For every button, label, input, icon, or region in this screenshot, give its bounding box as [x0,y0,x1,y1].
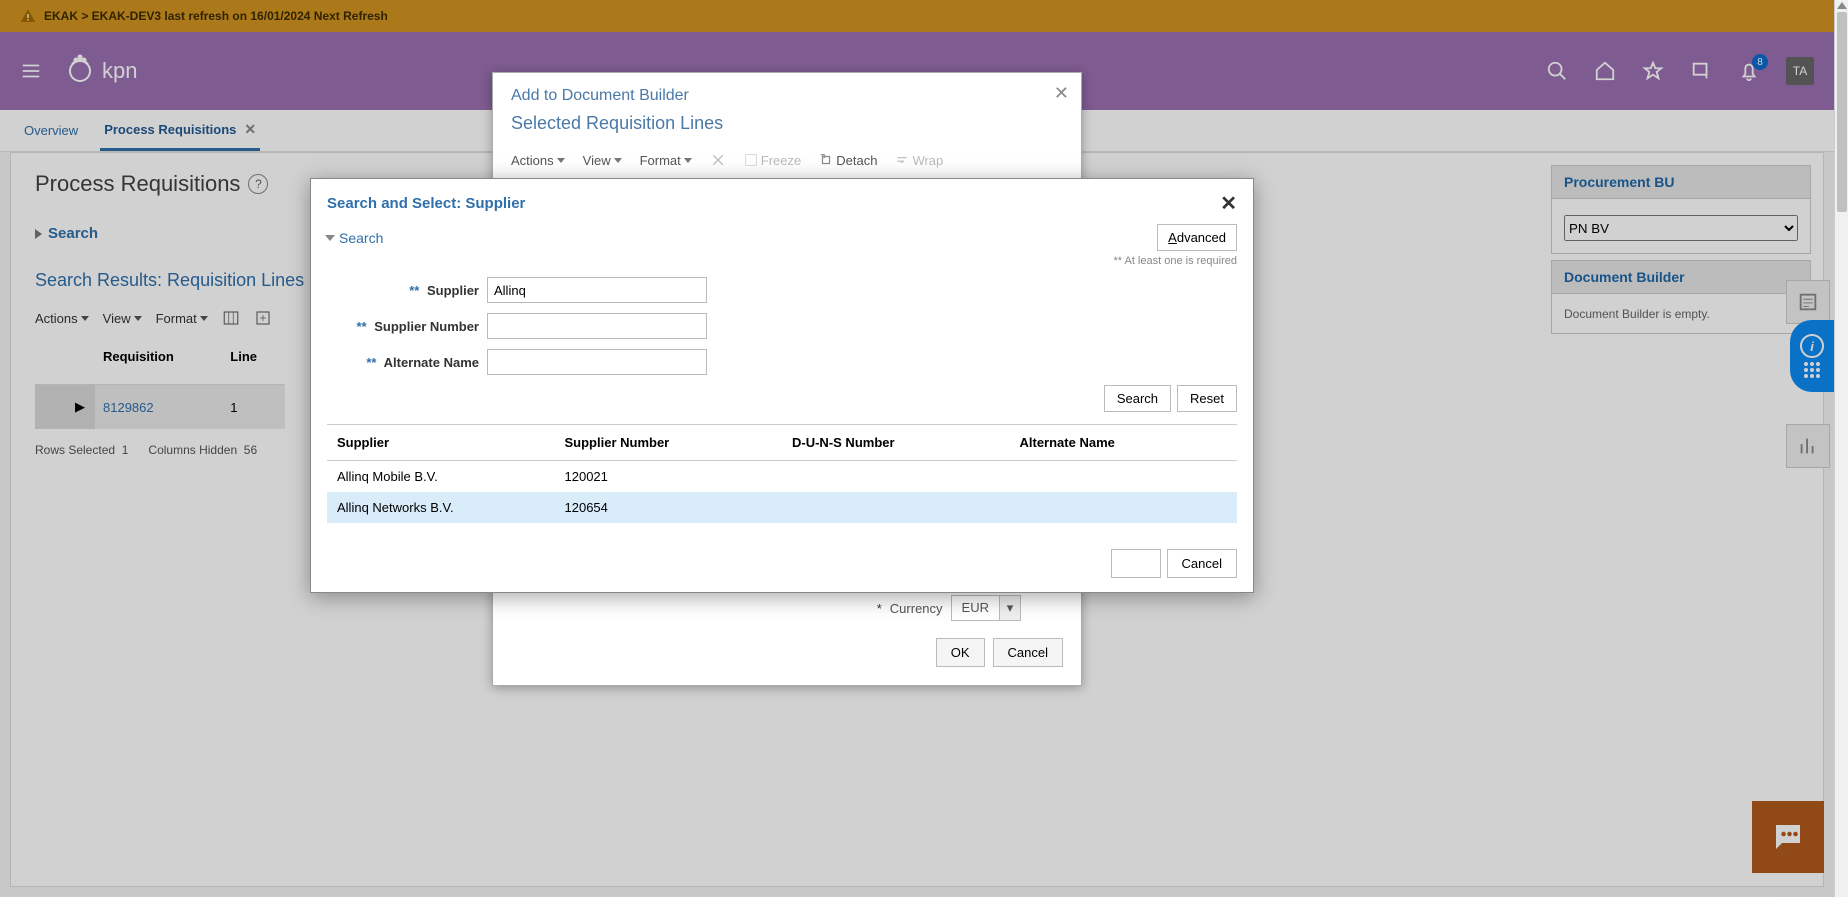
required-mark: ** [357,319,367,334]
alternate-name-label: ** Alternate Name [327,355,487,370]
freeze-icon [744,153,758,167]
label-text: Alternate Name [384,355,479,370]
supplier-label: ** Supplier [327,283,487,298]
cell-alt [1010,461,1238,493]
table-row-selected[interactable]: Allinq Networks B.V. 120654 [327,492,1237,523]
currency-label: Currency [890,601,943,616]
supplier-input[interactable] [487,277,707,303]
cell-supplier: Allinq Networks B.V. [327,492,555,523]
wrap-button[interactable]: Wrap [895,153,943,168]
col-duns[interactable]: D-U-N-S Number [782,425,1010,461]
dialog-subtitle: Selected Requisition Lines [493,109,1081,150]
dropdown-icon: ▾ [999,596,1020,620]
dialog-search-select-supplier: Search and Select: Supplier ✕ Search Adv… [310,178,1254,593]
cell-supplier-number: 120021 [555,461,783,493]
search-form: ** Supplier ** Supplier Number ** Altern… [327,277,1237,412]
modal-title: Search and Select: Supplier [327,195,525,212]
cell-alt [1010,492,1238,523]
label: Actions [511,153,554,168]
label: Wrap [912,153,943,168]
dropdown-icon [557,158,565,163]
wrap-icon [895,153,909,167]
currency-value: EUR [952,596,999,620]
scrollbar-thumb[interactable] [1837,12,1847,212]
actions-menu[interactable]: Actions [511,153,565,168]
supplier-number-input[interactable] [487,313,707,339]
close-icon[interactable]: ✕ [1054,83,1069,104]
required-mark: * [877,601,882,616]
scroll-up-icon[interactable] [1837,2,1847,9]
label: Detach [836,153,877,168]
cancel-button[interactable]: Cancel [1167,549,1237,578]
remove-icon[interactable] [710,152,726,168]
format-menu[interactable]: Format [640,153,692,168]
label: Freeze [761,153,801,168]
detach-button[interactable]: Detach [819,153,877,168]
advanced-button[interactable]: Advanced [1157,224,1237,251]
search-section-toggle[interactable]: Search [327,230,383,246]
table-header-row: Supplier Supplier Number D-U-N-S Number … [327,425,1237,461]
reset-button[interactable]: Reset [1177,385,1237,412]
col-alternate-name[interactable]: Alternate Name [1010,425,1238,461]
label-text: Supplier Number [374,319,479,334]
alternate-name-input[interactable] [487,349,707,375]
required-mark: ** [409,283,419,298]
supplier-number-label: ** Supplier Number [327,319,487,334]
required-hint: ** At least one is required [327,255,1237,267]
dialog-toolbar: Actions View Format Freeze Detach Wrap [493,150,1081,170]
freeze-button[interactable]: Freeze [744,153,801,168]
detach-icon [819,153,833,167]
search-label: Search [339,230,383,246]
col-supplier[interactable]: Supplier [327,425,555,461]
ok-button[interactable]: OK [1111,549,1161,578]
cancel-button[interactable]: Cancel [993,638,1063,667]
label: View [583,153,611,168]
ok-button[interactable]: OK [936,638,985,667]
dropdown-icon [684,158,692,163]
currency-field: * Currency EUR ▾ [877,595,1021,621]
label: Format [640,153,681,168]
col-supplier-number[interactable]: Supplier Number [555,425,783,461]
cell-duns [782,461,1010,493]
close-icon[interactable]: ✕ [1220,191,1237,216]
dialog-title: Add to Document Builder [493,73,1081,109]
required-mark: ** [366,355,376,370]
currency-select[interactable]: EUR ▾ [951,595,1021,621]
table-row[interactable]: Allinq Mobile B.V. 120021 [327,461,1237,493]
cell-duns [782,492,1010,523]
label-text: Supplier [427,283,479,298]
search-button[interactable]: Search [1104,385,1171,412]
view-menu[interactable]: View [583,153,622,168]
dropdown-icon [614,158,622,163]
vertical-scrollbar[interactable] [1834,0,1848,897]
cell-supplier-number: 120654 [555,492,783,523]
collapse-icon [325,235,335,241]
cell-supplier: Allinq Mobile B.V. [327,461,555,493]
supplier-results-table: Supplier Supplier Number D-U-N-S Number … [327,424,1237,523]
